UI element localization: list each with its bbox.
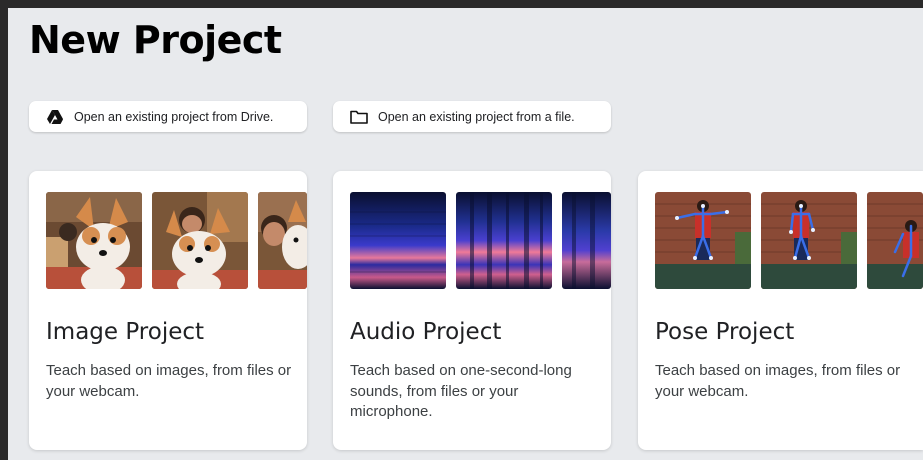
card-title: Pose Project <box>655 319 795 345</box>
spectrogram-thumbnail <box>456 192 552 289</box>
card-description: Teach based on images, from files or you… <box>46 362 292 400</box>
pose-thumbnail <box>761 192 857 289</box>
open-from-drive-button[interactable]: Open an existing project from Drive. <box>29 101 307 132</box>
pose-thumbnail <box>655 192 751 289</box>
spectrogram-thumbnail <box>350 192 446 289</box>
pose-project-card[interactable]: Pose Project Teach based on images, from… <box>638 171 923 450</box>
page-title: New Project <box>29 18 282 62</box>
folder-icon <box>350 108 368 126</box>
open-from-file-button[interactable]: Open an existing project from a file. <box>333 101 611 132</box>
pose-thumbnail <box>867 192 923 289</box>
image-project-thumbnails <box>46 192 307 289</box>
google-drive-icon <box>46 108 64 126</box>
pose-project-thumbnails <box>655 192 923 289</box>
corgi-thumbnail <box>46 192 142 289</box>
spectrogram-thumbnail <box>562 192 611 289</box>
app-frame: New Project Open an existing project fro… <box>8 8 923 460</box>
image-project-card[interactable]: Image Project Teach based on images, fro… <box>29 171 307 450</box>
card-title: Audio Project <box>350 319 502 345</box>
audio-project-card[interactable]: Audio Project Teach based on one-second-… <box>333 171 611 450</box>
open-from-file-label: Open an existing project from a file. <box>378 109 575 124</box>
audio-project-thumbnails <box>350 192 611 289</box>
card-title: Image Project <box>46 319 205 345</box>
corgi-thumbnail <box>152 192 248 289</box>
card-description: Teach based on images, from files or you… <box>655 362 901 400</box>
card-description: Teach based on one-second-long sounds, f… <box>350 362 572 420</box>
open-from-drive-label: Open an existing project from Drive. <box>74 109 274 124</box>
corgi-thumbnail <box>258 192 307 289</box>
